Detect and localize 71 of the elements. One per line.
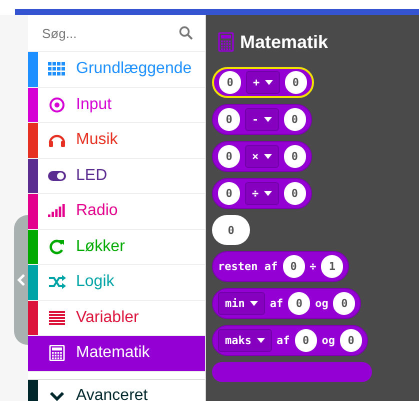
number-slot[interactable]: 1 bbox=[321, 255, 344, 278]
min-max-block[interactable]: maks af 0 og 0 bbox=[212, 325, 368, 356]
number-slot[interactable]: 0 bbox=[284, 108, 306, 131]
remainder-block[interactable]: resten af 0 ÷ 1 bbox=[212, 251, 350, 282]
operator-dropdown[interactable]: + bbox=[246, 71, 280, 94]
calculator-icon bbox=[218, 32, 234, 52]
search-field[interactable]: Søg... bbox=[42, 26, 152, 40]
target-icon bbox=[48, 96, 66, 113]
operator-dropdown[interactable]: - bbox=[245, 108, 279, 131]
math-block[interactable]: 0 - 0 bbox=[212, 104, 312, 135]
caret-icon bbox=[250, 300, 258, 306]
category-label: Løkker bbox=[76, 238, 125, 256]
category-label: Logik bbox=[76, 273, 114, 292]
number-slot[interactable]: 0 bbox=[284, 182, 306, 205]
operator-dropdown[interactable]: ÷ bbox=[245, 182, 279, 205]
caret-icon bbox=[256, 338, 264, 344]
refresh-icon bbox=[48, 238, 66, 255]
number-slot[interactable]: 0 bbox=[340, 329, 362, 352]
category-item[interactable]: Input bbox=[28, 88, 205, 123]
operator-label: ÷ bbox=[310, 260, 316, 273]
shuffle-icon bbox=[48, 274, 66, 290]
number-slot[interactable]: 0 bbox=[218, 108, 240, 131]
category-item[interactable]: LED bbox=[28, 158, 205, 194]
search-icon[interactable] bbox=[179, 26, 193, 40]
number-slot[interactable]: 0 bbox=[284, 145, 306, 168]
function-dropdown[interactable]: maks bbox=[218, 329, 272, 352]
category-label: Musik bbox=[76, 131, 118, 150]
number-slot[interactable]: 0 bbox=[282, 255, 305, 278]
grid-icon bbox=[48, 61, 66, 78]
number-slot[interactable]: 0 bbox=[218, 182, 240, 205]
number-slot[interactable]: 0 bbox=[284, 71, 307, 94]
category-item[interactable]: Avanceret bbox=[28, 378, 205, 401]
number-slot[interactable]: 0 bbox=[218, 145, 240, 168]
math-block[interactable]: 0 + 0 bbox=[212, 67, 314, 98]
number-slot[interactable]: 0 bbox=[333, 292, 356, 315]
math-block[interactable]: 0 ÷ 0 bbox=[212, 178, 312, 209]
category-label: Matematik bbox=[76, 344, 150, 362]
min-max-block[interactable]: min af 0 og 0 bbox=[212, 288, 362, 319]
lines-icon bbox=[48, 310, 66, 326]
block-label: resten af bbox=[218, 260, 278, 273]
category-label: Radio bbox=[76, 202, 118, 220]
block-label: af bbox=[270, 297, 284, 310]
flyout-title: Matematik bbox=[240, 32, 328, 52]
category-item[interactable]: Musik bbox=[28, 123, 205, 158]
category-label: Avanceret bbox=[76, 387, 148, 401]
block-label: og bbox=[315, 297, 328, 310]
block-label: af bbox=[276, 334, 290, 347]
caret-icon bbox=[264, 190, 272, 196]
caret-icon bbox=[264, 80, 273, 86]
category-item[interactable]: Matematik bbox=[28, 336, 205, 372]
operator-dropdown[interactable]: × bbox=[245, 145, 279, 168]
headphones-icon bbox=[48, 132, 66, 148]
category-label: Input bbox=[76, 96, 112, 114]
caret-icon bbox=[264, 154, 272, 160]
collapse-tab[interactable] bbox=[14, 215, 28, 345]
signal-bars-icon bbox=[48, 203, 66, 220]
category-item[interactable]: Radio bbox=[28, 194, 205, 230]
category-label: Variabler bbox=[76, 308, 139, 327]
caret-icon bbox=[264, 116, 272, 122]
number-slot[interactable]: 0 bbox=[219, 71, 241, 94]
category-label: Grundlæggende bbox=[76, 60, 192, 78]
number-slot[interactable]: 0 bbox=[294, 329, 317, 352]
category-label: LED bbox=[76, 166, 108, 185]
block-label: og bbox=[322, 334, 335, 347]
chevron-left-icon bbox=[17, 274, 25, 286]
math-block[interactable]: 0 × 0 bbox=[212, 141, 312, 172]
calculator-icon bbox=[48, 345, 66, 362]
math-block[interactable] bbox=[212, 362, 372, 382]
number-block[interactable]: 0 bbox=[212, 215, 250, 245]
number-slot[interactable]: 0 bbox=[288, 292, 310, 315]
function-dropdown[interactable]: min bbox=[218, 292, 265, 315]
